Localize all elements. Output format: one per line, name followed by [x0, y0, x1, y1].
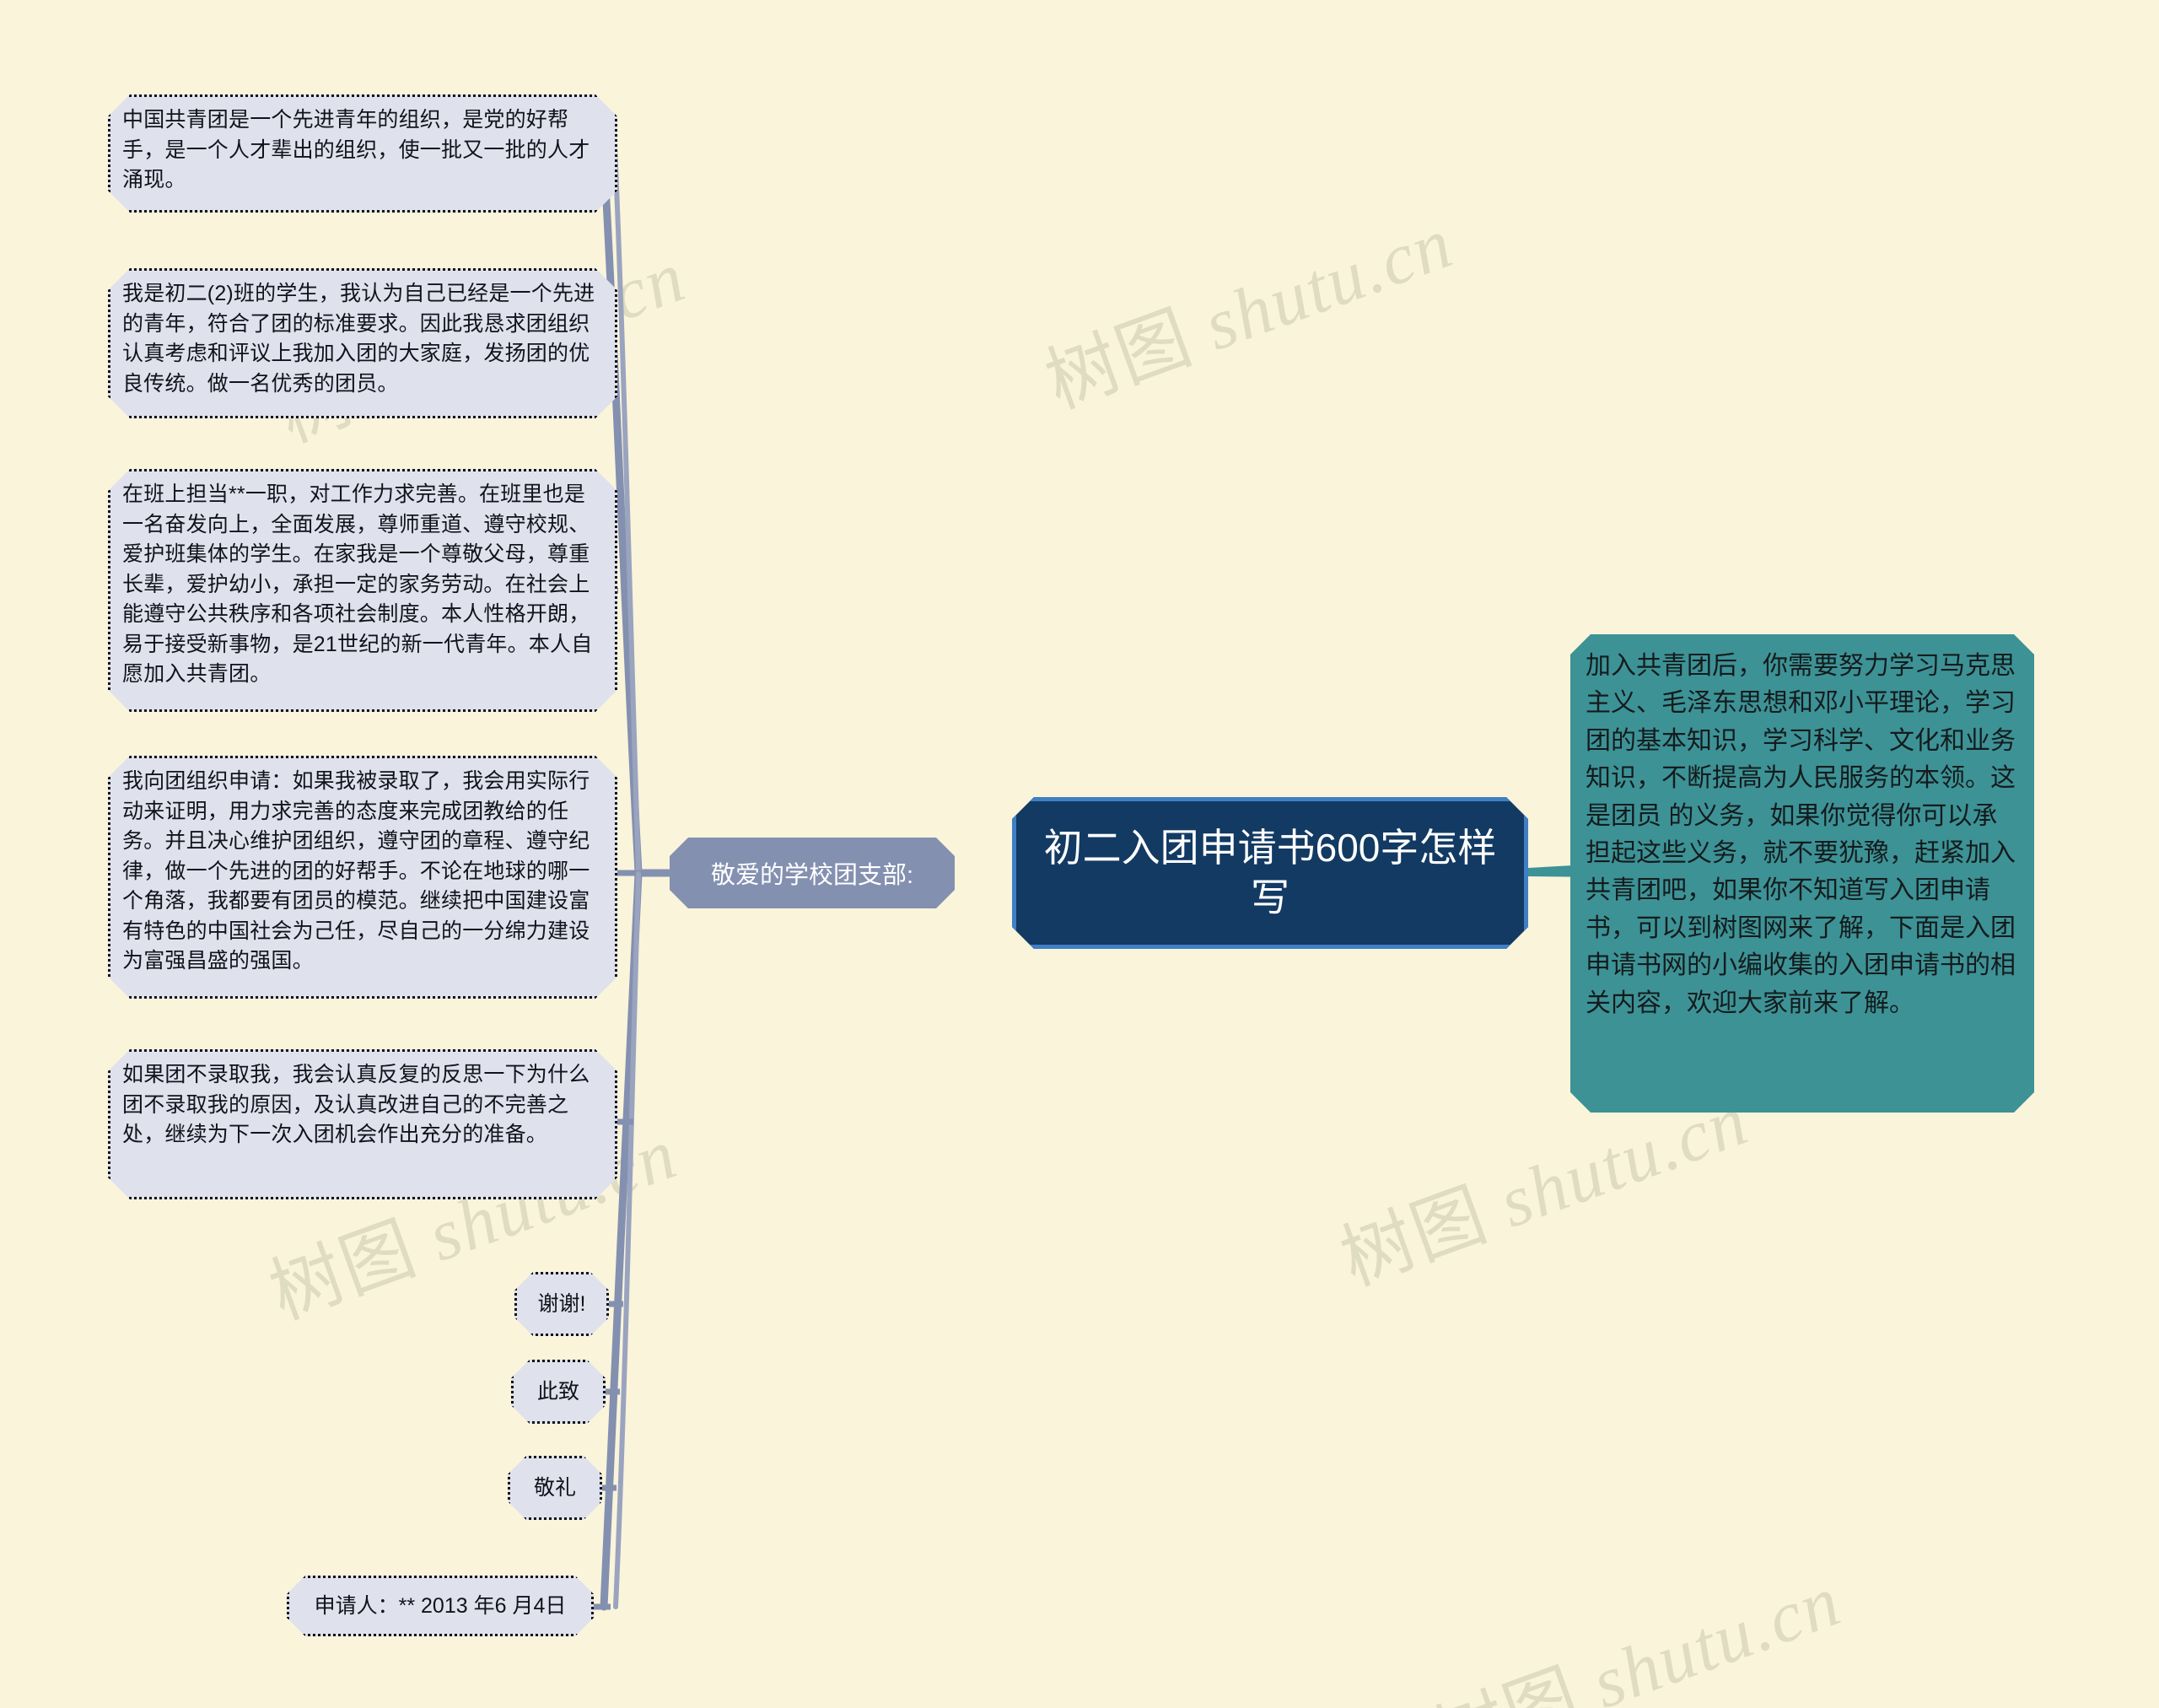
spine-lower-b [613, 871, 641, 1609]
right-node-label: 加入共青团后，你需要努力学习马克思主义、毛泽东思想和邓小平理论，学习团的基本知识… [1586, 652, 2016, 1017]
branch-label: 如果团不录取我，我会认真反复的反思一下为什么团不录取我的原因，及认真改进自己的不… [122, 1063, 590, 1146]
branch-label: 我向团组织申请：如果我被录取了，我会用实际行动来证明，用力求完善的态度来完成团教… [122, 769, 590, 973]
branch-label: 敬礼 [533, 1475, 576, 1500]
branch-node-7[interactable]: 此致 [511, 1360, 606, 1424]
branch-label: 谢谢! [537, 1291, 586, 1316]
branch-node-9[interactable]: 申请人：** 2013 年6 月4日 [287, 1576, 594, 1636]
branch-label: 我是初二(2)班的学生，我认为自己已经是一个先进的青年，符合了团的标准要求。因此… [122, 282, 595, 396]
branch-node-8[interactable]: 敬礼 [508, 1456, 602, 1520]
branch-label: 此致 [536, 1379, 579, 1404]
watermark: 树图 shutu.cn [1035, 202, 1463, 425]
right-node[interactable]: 加入共青团后，你需要努力学习马克思主义、毛泽东思想和邓小平理论，学习团的基本知识… [1570, 634, 2034, 1113]
branch-node-6[interactable]: 谢谢! [514, 1272, 609, 1336]
middle-node-label: 敬爱的学校团支部: [710, 862, 914, 889]
branch-node-5[interactable]: 如果团不录取我，我会认真反复的反思一下为什么团不录取我的原因，及认真改进自己的不… [108, 1049, 617, 1199]
watermark: 树图 shutu.cn [1423, 1560, 1851, 1708]
branch-node-4[interactable]: 我向团组织申请：如果我被录取了，我会用实际行动来证明，用力求完善的态度来完成团教… [108, 756, 617, 999]
middle-node[interactable]: 敬爱的学校团支部: [670, 838, 955, 908]
root-node[interactable]: 初二入团申请书600字怎样写 [1012, 797, 1528, 949]
branch-node-2[interactable]: 我是初二(2)班的学生，我认为自己已经是一个先进的青年，符合了团的标准要求。因此… [108, 268, 617, 418]
spine-upper-b [611, 124, 641, 875]
mindmap-canvas: 树图 shutu.cn 树图 shutu.cn 树图 shutu.cn 树图 s… [0, 0, 2159, 1708]
branch-label: 中国共青团是一个先进青年的组织，是党的好帮手，是一个人才辈出的组织，使一批又一批… [122, 108, 590, 191]
branch-node-3[interactable]: 在班上担当**一职，对工作力求完善。在班里也是一名奋发向上，全面发展，尊师重道、… [108, 469, 617, 712]
branch-label: 申请人：** 2013 年6 月4日 [314, 1593, 567, 1618]
branch-node-1[interactable]: 中国共青团是一个先进青年的组织，是党的好帮手，是一个人才辈出的组织，使一批又一批… [108, 94, 617, 213]
branch-label: 在班上担当**一职，对工作力求完善。在班里也是一名奋发向上，全面发展，尊师重道、… [122, 482, 593, 686]
root-node-label: 初二入团申请书600字怎样写 [1043, 826, 1497, 919]
